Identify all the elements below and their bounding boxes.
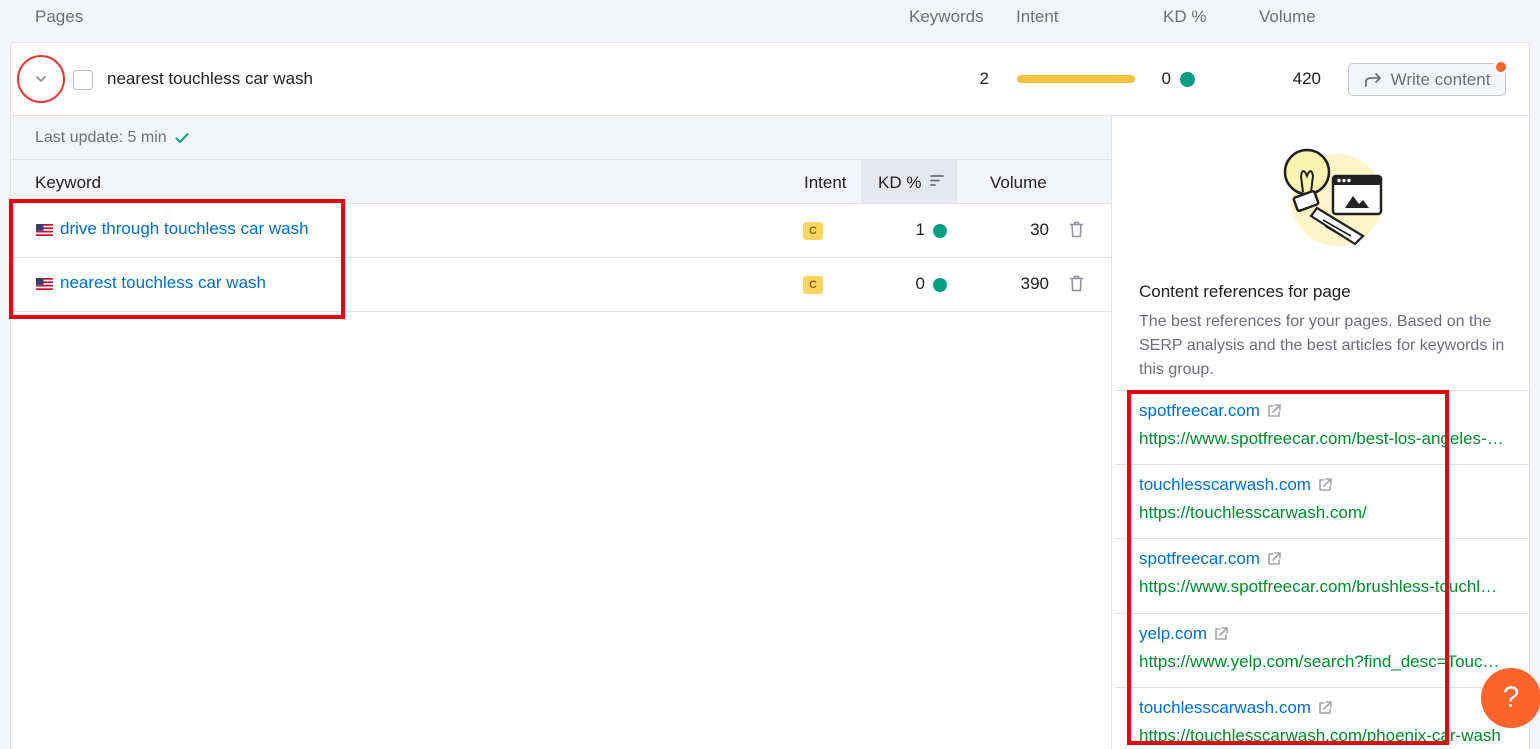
- page-title: nearest touchless car wash: [107, 69, 313, 88]
- reference-domain-link[interactable]: touchlesscarwash.com: [1139, 475, 1333, 495]
- reference-domain: touchlesscarwash.com: [1139, 698, 1311, 717]
- keyword-header[interactable]: Keyword: [35, 173, 101, 193]
- reference-domain: touchlesscarwash.com: [1139, 475, 1311, 494]
- keyword-row: drive through touchless car wash C 1 30: [11, 204, 1111, 258]
- intent-badge: C: [803, 276, 823, 294]
- reference-url[interactable]: https://www.yelp.com/search?find_desc=To…: [1139, 652, 1505, 672]
- page-intent-bar: [1017, 75, 1135, 83]
- intent-header[interactable]: Intent: [804, 173, 847, 193]
- reference-domain: yelp.com: [1139, 624, 1208, 643]
- kd-header: KD %: [878, 173, 922, 192]
- page-kd-value: 0: [1161, 69, 1171, 88]
- references-description: The best references for your pages. Base…: [1139, 313, 1505, 378]
- pages-column-label: Pages: [35, 7, 84, 26]
- external-link-icon: [1319, 701, 1332, 714]
- reference-item: spotfreecar.com https://www.spotfreecar.…: [1115, 538, 1529, 612]
- notification-dot: [1494, 60, 1508, 74]
- page-row: nearest touchless car wash 2 0 420 Write…: [11, 43, 1529, 116]
- reference-item: spotfreecar.com https://www.spotfreecar.…: [1115, 390, 1529, 464]
- kd-column-label[interactable]: KD %: [1163, 7, 1206, 27]
- reference-domain-link[interactable]: spotfreecar.com: [1139, 401, 1282, 421]
- trash-icon[interactable]: [1069, 221, 1084, 238]
- page-card: nearest touchless car wash 2 0 420 Write…: [10, 42, 1530, 749]
- kd-status-dot: [1180, 72, 1195, 87]
- kd-status-dot: [933, 224, 947, 238]
- content-references-panel: Content references for page The best ref…: [1115, 116, 1529, 749]
- reference-domain-link[interactable]: touchlesscarwash.com: [1139, 698, 1333, 718]
- reference-item: touchlesscarwash.com https://touchlessca…: [1115, 687, 1529, 749]
- help-button[interactable]: ?: [1481, 668, 1540, 728]
- keyword-kd-value: 0: [915, 274, 925, 293]
- volume-header[interactable]: Volume: [990, 173, 1047, 193]
- reference-domain: spotfreecar.com: [1139, 549, 1260, 568]
- expand-toggle-button[interactable]: [17, 55, 65, 103]
- write-content-button[interactable]: Write content: [1348, 63, 1506, 96]
- external-link-icon: [1319, 478, 1332, 491]
- reference-url[interactable]: https://www.spotfreecar.com/best-los-ang…: [1139, 429, 1505, 449]
- keyword-table-header: Keyword Intent KD % Volume: [11, 160, 1111, 204]
- keyword-panel: Last update: 5 min Keyword Intent KD % V…: [11, 116, 1112, 749]
- reference-domain-link[interactable]: yelp.com: [1139, 624, 1229, 644]
- sort-icon[interactable]: [930, 174, 944, 187]
- pages-column-header: Pages Keywords Intent KD % Volume: [0, 0, 1540, 42]
- reference-domain-link[interactable]: spotfreecar.com: [1139, 549, 1282, 569]
- volume-column-label[interactable]: Volume: [1259, 7, 1316, 27]
- checkmark-icon: [175, 132, 189, 143]
- reference-domain: spotfreecar.com: [1139, 401, 1260, 420]
- keyword-link[interactable]: drive through touchless car wash: [60, 219, 309, 239]
- reference-url[interactable]: https://touchlesscarwash.com/phoenix-car…: [1139, 726, 1505, 746]
- reference-item: touchlesscarwash.com https://touchlessca…: [1115, 464, 1529, 538]
- page-select-checkbox[interactable]: [73, 70, 93, 90]
- last-update-bar: Last update: 5 min: [11, 116, 1111, 160]
- trash-icon[interactable]: [1069, 275, 1084, 292]
- reference-url[interactable]: https://touchlesscarwash.com/: [1139, 503, 1505, 523]
- references-title: Content references for page: [1139, 282, 1351, 301]
- page-volume-value: 420: [1292, 69, 1321, 88]
- us-flag-icon: [36, 278, 53, 290]
- last-update-text: Last update: 5 min: [35, 128, 167, 146]
- keyword-row: nearest touchless car wash C 0 390: [11, 258, 1111, 312]
- keywords-column-label[interactable]: Keywords: [909, 7, 984, 27]
- external-link-icon: [1268, 404, 1281, 417]
- share-arrow-icon: [1364, 72, 1381, 87]
- keyword-link[interactable]: nearest touchless car wash: [60, 273, 266, 293]
- reference-url[interactable]: https://www.spotfreecar.com/brushless-to…: [1139, 577, 1505, 597]
- intent-badge: C: [803, 222, 823, 240]
- intent-column-label[interactable]: Intent: [1016, 7, 1059, 27]
- write-content-label: Write content: [1390, 69, 1491, 89]
- external-link-icon: [1215, 627, 1228, 640]
- keyword-volume-value: 390: [1020, 274, 1049, 293]
- chevron-down-icon: [36, 76, 46, 82]
- kd-header-cell[interactable]: KD %: [861, 160, 957, 203]
- reference-item: yelp.com https://www.yelp.com/search?fin…: [1115, 613, 1529, 687]
- intent-bar-fill: [1017, 75, 1135, 83]
- us-flag-icon: [36, 224, 53, 236]
- keyword-volume-value: 30: [1030, 220, 1049, 239]
- page-keyword-count: 2: [979, 69, 989, 88]
- lightbulb-illustration: [1283, 148, 1383, 246]
- kd-status-dot: [933, 278, 947, 292]
- external-link-icon: [1268, 552, 1281, 565]
- keyword-kd-value: 1: [915, 220, 925, 239]
